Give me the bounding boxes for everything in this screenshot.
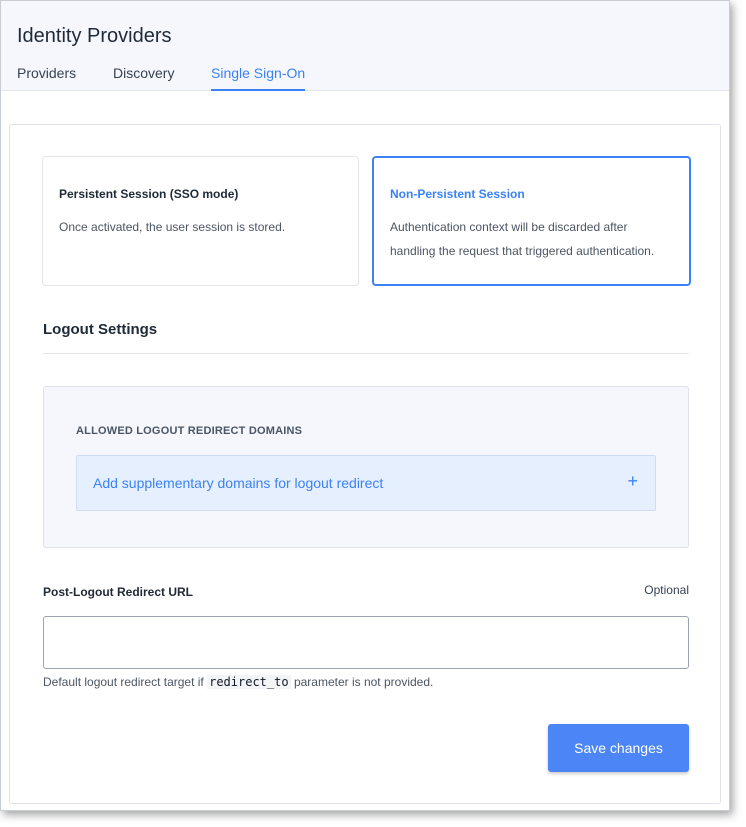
- sso-settings-panel: Persistent Session (SSO mode) Once activ…: [9, 124, 721, 804]
- redirect-to-code: redirect_to: [207, 675, 291, 689]
- page-header: Identity Providers Providers Discovery S…: [1, 1, 729, 91]
- help-suffix: parameter is not provided.: [293, 675, 434, 689]
- section-divider: [43, 353, 689, 354]
- redirect-url-help: Default logout redirect target if redire…: [43, 675, 433, 689]
- tab-discovery[interactable]: Discovery: [113, 65, 174, 91]
- allowed-domains-label: ALLOWED LOGOUT REDIRECT DOMAINS: [76, 425, 303, 437]
- identity-providers-window: Identity Providers Providers Discovery S…: [0, 0, 730, 811]
- card-description: Once activated, the user session is stor…: [59, 220, 286, 234]
- non-persistent-session-card[interactable]: Non-Persistent Session Authentication co…: [372, 156, 691, 286]
- add-domain-button[interactable]: Add supplementary domains for logout red…: [76, 455, 656, 511]
- tab-providers[interactable]: Providers: [17, 65, 76, 91]
- persistent-session-card[interactable]: Persistent Session (SSO mode) Once activ…: [42, 156, 359, 286]
- redirect-url-input[interactable]: [43, 616, 689, 669]
- card-description: Authentication context will be discarded…: [390, 220, 655, 258]
- logout-settings-heading: Logout Settings: [43, 321, 158, 338]
- save-button[interactable]: Save changes: [548, 724, 689, 772]
- plus-icon[interactable]: +: [627, 472, 638, 490]
- card-title: Non-Persistent Session: [390, 187, 525, 201]
- logout-domains-box: ALLOWED LOGOUT REDIRECT DOMAINS Add supp…: [43, 386, 689, 548]
- redirect-url-label: Post-Logout Redirect URL: [43, 585, 193, 599]
- card-title: Persistent Session (SSO mode): [59, 187, 239, 201]
- page-title: Identity Providers: [17, 25, 172, 47]
- help-prefix: Default logout redirect target if: [43, 675, 204, 689]
- add-domain-text: Add supplementary domains for logout red…: [93, 475, 384, 491]
- optional-label: Optional: [644, 583, 689, 597]
- tab-single-sign-on[interactable]: Single Sign-On: [211, 65, 306, 91]
